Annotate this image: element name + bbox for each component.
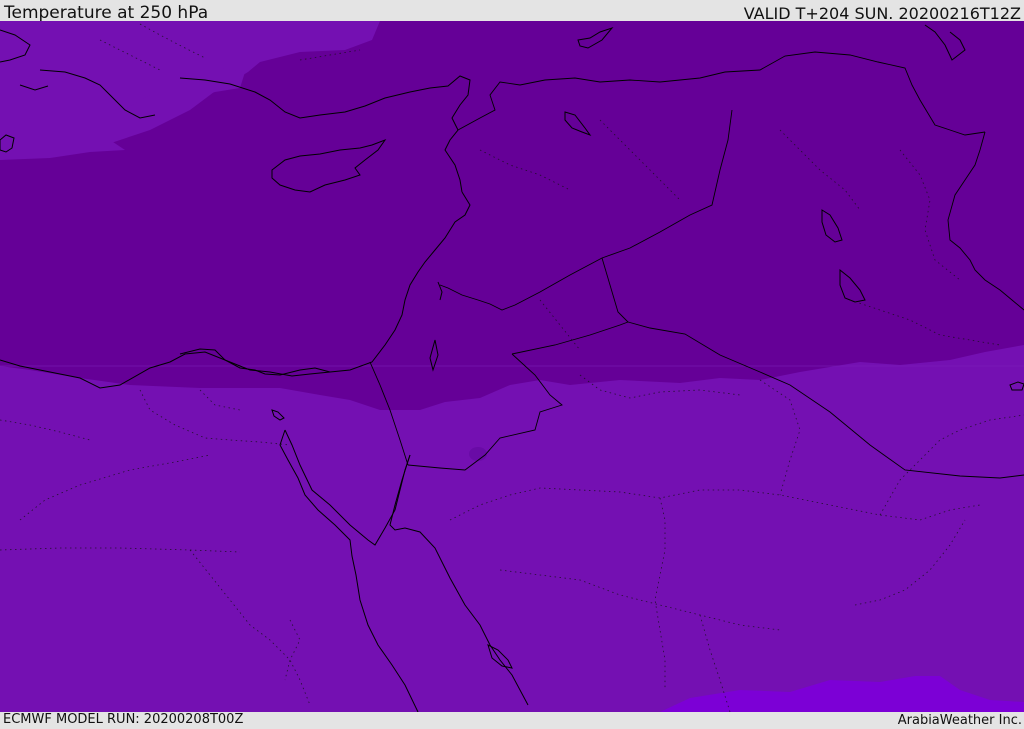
model-run-label: ECMWF MODEL RUN: 20200208T00Z: [3, 712, 244, 727]
valid-time: VALID T+204 SUN. 20200216T12Z: [743, 4, 1021, 23]
field-cold-pocket: [469, 447, 487, 461]
map-title: Temperature at 250 hPa: [4, 3, 209, 23]
weather-map-frame: Temperature at 250 hPa VALID T+204 SUN. …: [0, 0, 1024, 729]
credit-label: ArabiaWeather Inc.: [897, 713, 1022, 728]
temperature-map: [0, 21, 1024, 712]
